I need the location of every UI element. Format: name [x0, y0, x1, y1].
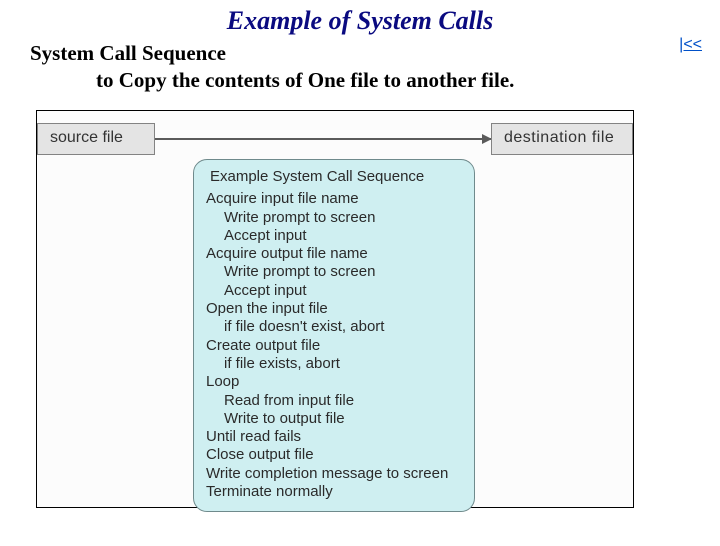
sequence-step: if file doesn't exist, abort — [206, 318, 462, 336]
destination-file-label: destination file — [504, 129, 614, 147]
sequence-step: Terminate normally — [206, 483, 462, 501]
sequence-box: Example System Call Sequence Acquire inp… — [193, 159, 475, 512]
sequence-step: Write completion message to screen — [206, 465, 462, 483]
arrow-icon — [155, 138, 491, 140]
slide: Example of System Calls System Call Sequ… — [0, 6, 720, 546]
source-file-box: source file — [37, 123, 155, 155]
sequence-step: Write prompt to screen — [206, 263, 462, 281]
sequence-step: Write to output file — [206, 410, 462, 428]
sequence-step: Create output file — [206, 337, 462, 355]
sequence-title: Example System Call Sequence — [206, 168, 462, 186]
destination-file-box: destination file — [491, 123, 633, 155]
sequence-step: Write prompt to screen — [206, 209, 462, 227]
sequence-step: if file exists, abort — [206, 355, 462, 373]
subtitle-line-1: System Call Sequence — [0, 40, 720, 67]
sequence-step: Loop — [206, 373, 462, 391]
sequence-step: Acquire input file name — [206, 190, 462, 208]
sequence-step: Acquire output file name — [206, 245, 462, 263]
sequence-step: Read from input file — [206, 392, 462, 410]
source-file-label: source file — [50, 129, 123, 147]
sequence-step: Open the input file — [206, 300, 462, 318]
sequence-step: Accept input — [206, 227, 462, 245]
subtitle-line-2: to Copy the contents of One file to anot… — [0, 67, 720, 94]
back-link[interactable]: |<< — [679, 36, 702, 54]
sequence-step: Accept input — [206, 282, 462, 300]
sequence-step: Close output file — [206, 446, 462, 464]
page-title: Example of System Calls — [0, 6, 720, 36]
sequence-step: Until read fails — [206, 428, 462, 446]
diagram-frame: source file destination file Example Sys… — [36, 110, 634, 508]
subtitle: System Call Sequence to Copy the content… — [0, 40, 720, 95]
sequence-list: Acquire input file nameWrite prompt to s… — [206, 190, 462, 501]
